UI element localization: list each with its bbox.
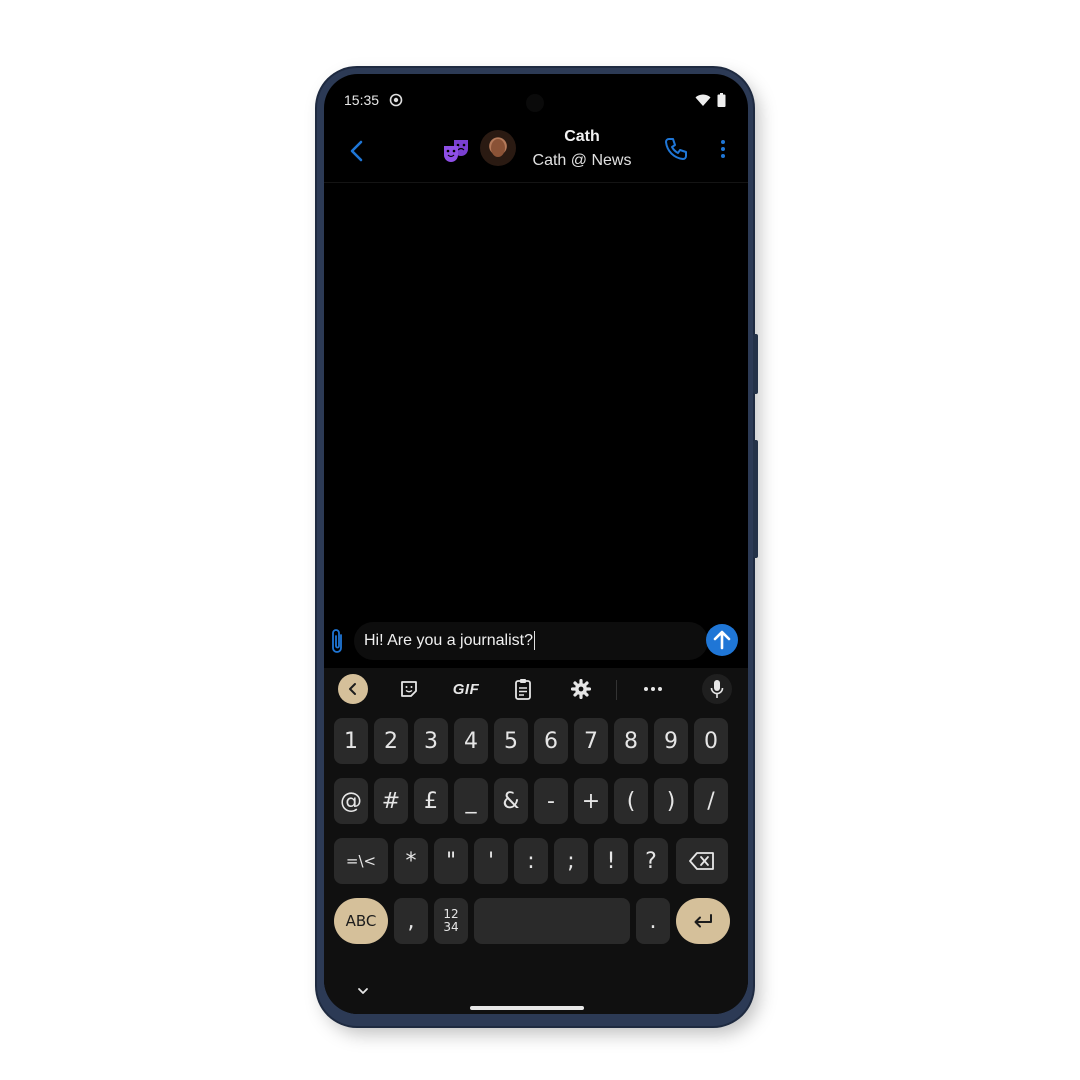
key-asterisk[interactable]: * <box>394 838 428 884</box>
gif-button[interactable]: GIF <box>448 674 484 704</box>
key-slash[interactable]: / <box>694 778 728 824</box>
spacebar[interactable] <box>474 898 630 944</box>
key-underscore[interactable]: _ <box>454 778 488 824</box>
enter-key[interactable] <box>676 898 730 944</box>
key-2[interactable]: 2 <box>374 718 408 764</box>
back-arrow-icon[interactable] <box>342 136 372 166</box>
microphone-icon <box>710 680 724 698</box>
key-3[interactable]: 3 <box>414 718 448 764</box>
key-more-symbols[interactable]: =\< <box>334 838 388 884</box>
contact-avatar[interactable] <box>480 130 516 166</box>
key-row-bottom: ABC , 12 34 . <box>334 898 738 946</box>
clipboard-icon <box>515 679 531 700</box>
arrow-up-icon <box>713 630 731 650</box>
screen-record-icon <box>389 93 403 107</box>
toolbar-divider <box>616 680 617 700</box>
key-6[interactable]: 6 <box>534 718 568 764</box>
sticker-icon <box>401 681 417 697</box>
key-close-paren[interactable]: ) <box>654 778 688 824</box>
key-question[interactable]: ? <box>634 838 668 884</box>
key-5[interactable]: 5 <box>494 718 528 764</box>
key-row-numbers: 1 2 3 4 5 6 7 8 9 0 <box>334 718 738 766</box>
key-8[interactable]: 8 <box>614 718 648 764</box>
key-row-more-symbols: =\< * " ' : ; ! ? <box>334 838 738 886</box>
message-composer: Hi! Are you a journalist? <box>324 620 748 664</box>
sticker-button[interactable] <box>396 674 422 704</box>
key-open-paren[interactable]: ( <box>614 778 648 824</box>
keyboard-toolbar: GIF <box>324 668 748 710</box>
numpad-key[interactable]: 12 34 <box>434 898 468 944</box>
home-indicator[interactable] <box>470 1006 584 1010</box>
key-colon[interactable]: : <box>514 838 548 884</box>
keyboard-settings-button[interactable] <box>568 674 594 704</box>
status-bar: 15:35 <box>344 90 726 110</box>
message-input[interactable]: Hi! Are you a journalist? <box>354 622 708 660</box>
key-1[interactable]: 1 <box>334 718 368 764</box>
key-9[interactable]: 9 <box>654 718 688 764</box>
key-period[interactable]: . <box>636 898 670 944</box>
key-7[interactable]: 7 <box>574 718 608 764</box>
backspace-key[interactable] <box>676 838 728 884</box>
chevron-left-icon <box>349 683 356 695</box>
message-input-text: Hi! Are you a journalist? <box>364 632 533 649</box>
battery-icon <box>717 93 726 107</box>
attachment-icon[interactable] <box>328 626 346 656</box>
more-options-icon[interactable] <box>716 134 730 164</box>
power-button <box>753 440 758 558</box>
key-single-quote[interactable]: ' <box>474 838 508 884</box>
toolbar-collapse-button[interactable] <box>338 674 368 704</box>
key-exclamation[interactable]: ! <box>594 838 628 884</box>
key-row-symbols: @ # £ _ & - + ( ) / <box>334 778 738 826</box>
contact-subtitle: Cath @ News <box>532 152 632 169</box>
voice-input-button[interactable] <box>702 674 732 704</box>
ellipsis-icon <box>644 687 662 691</box>
key-at[interactable]: @ <box>334 778 368 824</box>
keyboard: GIF 1 2 3 4 5 6 7 8 9 0 @ # £ _ & - + (… <box>324 668 748 1014</box>
key-double-quote[interactable]: " <box>434 838 468 884</box>
clipboard-button[interactable] <box>510 674 536 704</box>
status-time: 15:35 <box>344 92 380 108</box>
backspace-icon <box>689 852 714 870</box>
theatre-masks-icon <box>444 140 468 162</box>
screen: 15:35 Cath Cath @ News Hi! Are you a jou… <box>324 74 748 1014</box>
key-minus[interactable]: - <box>534 778 568 824</box>
key-plus[interactable]: + <box>574 778 608 824</box>
key-comma[interactable]: , <box>394 898 428 944</box>
wifi-icon <box>695 94 711 106</box>
enter-arrow-icon <box>694 914 712 928</box>
key-ampersand[interactable]: & <box>494 778 528 824</box>
abc-key[interactable]: ABC <box>334 898 388 944</box>
chevron-down-icon[interactable] <box>354 984 372 998</box>
volume-button <box>753 334 758 394</box>
chat-header: Cath Cath @ News <box>324 122 748 183</box>
key-semicolon[interactable]: ; <box>554 838 588 884</box>
gear-icon <box>571 679 591 699</box>
more-toolbar-button[interactable] <box>640 674 666 704</box>
key-0[interactable]: 0 <box>694 718 728 764</box>
key-4[interactable]: 4 <box>454 718 488 764</box>
phone-frame: 15:35 Cath Cath @ News Hi! Are you a jou… <box>317 68 758 1026</box>
contact-name[interactable]: Cath <box>524 128 640 146</box>
key-pound[interactable]: £ <box>414 778 448 824</box>
phone-call-icon[interactable] <box>661 134 691 164</box>
send-button[interactable] <box>706 624 738 656</box>
key-hash[interactable]: # <box>374 778 408 824</box>
